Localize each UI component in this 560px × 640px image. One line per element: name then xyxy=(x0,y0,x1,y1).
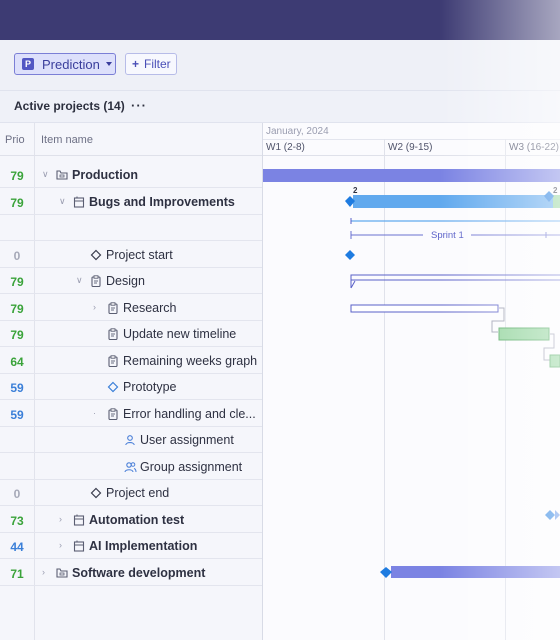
item-name: AI Implementation xyxy=(89,539,198,553)
tree-row[interactable]: Group assignment xyxy=(0,454,262,480)
header-divider xyxy=(0,155,262,156)
gantt-bar-remaining-weeks[interactable] xyxy=(549,354,560,368)
gantt-timeline: January, 2024 W1 (2-8) W2 (9-15) W3 (16-… xyxy=(263,123,560,640)
item-name: Remaining weeks graph xyxy=(123,353,258,368)
tree-row[interactable]: User assignment xyxy=(0,427,262,453)
tree-row[interactable]: 79 ∨ Design xyxy=(0,268,262,294)
gantt-bar-production[interactable] xyxy=(263,169,560,182)
board-icon xyxy=(73,195,85,213)
priority-value: 0 xyxy=(13,248,21,263)
top-header-bar xyxy=(0,0,560,40)
projects-bar: Active projects (14) ··· xyxy=(0,91,560,123)
item-name: Research xyxy=(123,300,177,315)
priority-value: 79 xyxy=(10,301,24,316)
gantt-bar-update-timeline[interactable] xyxy=(498,327,550,341)
gantt-bar-bugs-next[interactable] xyxy=(553,195,560,208)
gantt-bar-bugs[interactable] xyxy=(353,195,553,208)
board-icon xyxy=(73,513,85,531)
tree-row[interactable] xyxy=(0,215,262,241)
gantt-bar-research[interactable] xyxy=(350,304,499,313)
more-options-icon[interactable]: ··· xyxy=(131,98,147,113)
task-icon xyxy=(107,407,119,425)
milestone-project-start[interactable] xyxy=(345,250,355,260)
priority-value: 59 xyxy=(10,407,24,422)
tree-row[interactable]: 44 › AI Implementation xyxy=(0,533,262,559)
dependency-badge: 2 xyxy=(353,186,358,195)
milestone-project-end[interactable] xyxy=(555,510,560,520)
priority-value: 79 xyxy=(10,169,24,183)
chevron-down-icon[interactable]: ∨ xyxy=(59,196,66,207)
tree-row[interactable]: 71 › Software development xyxy=(0,560,262,586)
chevron-right-icon[interactable]: › xyxy=(59,540,62,550)
priority-value: 73 xyxy=(10,513,24,528)
tree-row[interactable]: 64 Remaining weeks graph xyxy=(0,348,262,374)
bullet-icon[interactable]: · xyxy=(93,408,96,418)
filter-label: Filter xyxy=(144,57,171,71)
folder-icon xyxy=(56,168,68,186)
item-name: User assignment xyxy=(140,433,234,447)
prediction-button[interactable]: P Prediction xyxy=(14,53,116,75)
milestone-diamond[interactable] xyxy=(380,567,392,578)
chevron-right-icon[interactable]: › xyxy=(93,302,96,312)
milestone-icon xyxy=(107,380,119,398)
gantt-bar-software-development[interactable] xyxy=(391,566,560,578)
sprint-label: Sprint 1 xyxy=(431,230,464,241)
chevron-right-icon[interactable]: › xyxy=(59,514,62,524)
task-icon xyxy=(107,327,119,345)
task-icon xyxy=(90,274,102,292)
task-icon xyxy=(107,301,119,319)
milestone-icon xyxy=(90,486,102,504)
tree-row[interactable]: 79 ∨ Bugs and Improvements xyxy=(0,189,262,215)
item-name: Automation test xyxy=(89,512,185,527)
user-icon xyxy=(124,433,136,451)
prediction-icon: P xyxy=(22,58,34,70)
tree-row[interactable]: 0 Project start xyxy=(0,242,262,268)
group-icon xyxy=(124,460,137,478)
priority-value: 64 xyxy=(10,354,24,369)
item-name: Production xyxy=(72,168,138,182)
tree-row[interactable]: 59 Prototype xyxy=(0,374,262,400)
gantt-chart: 2 2 Sprint 1 xyxy=(263,169,560,578)
item-name: Project end xyxy=(106,486,170,500)
milestone-icon xyxy=(90,248,102,266)
item-name: Software development xyxy=(72,565,206,580)
chevron-down-icon[interactable]: ∨ xyxy=(42,169,49,180)
item-name: Project start xyxy=(106,247,173,262)
priority-value: 79 xyxy=(10,328,24,342)
tree-row[interactable]: 79 ∨ Production xyxy=(0,162,262,188)
item-name: Bugs and Improvements xyxy=(89,194,235,209)
plus-icon: + xyxy=(132,57,140,71)
tree-row[interactable]: 0 Project end xyxy=(0,480,262,506)
tree-row[interactable]: 59 · Error handling and cle... xyxy=(0,401,262,427)
tree-row[interactable]: 79 Update new timeline xyxy=(0,321,262,347)
item-name: Prototype xyxy=(123,380,177,394)
item-name: Design xyxy=(106,274,145,288)
projects-title: Active projects (14) xyxy=(14,99,125,113)
dependency-badge: 2 xyxy=(553,186,558,195)
gantt-bar-design[interactable] xyxy=(350,274,560,289)
prediction-label: Prediction xyxy=(42,56,100,72)
tree-row[interactable]: 73 › Automation test xyxy=(0,507,262,533)
item-name: Update new timeline xyxy=(123,327,237,341)
priority-value: 79 xyxy=(10,275,24,289)
priority-value: 71 xyxy=(10,566,24,581)
task-icon xyxy=(107,354,119,372)
toolbar: P Prediction + Filter xyxy=(0,40,560,91)
folder-icon xyxy=(56,566,68,584)
filter-button[interactable]: + Filter xyxy=(125,53,177,75)
item-name: Error handling and cle... xyxy=(123,406,256,421)
chevron-right-icon[interactable]: › xyxy=(42,567,45,577)
chevron-down-icon xyxy=(105,62,112,66)
item-name: Group assignment xyxy=(140,459,243,474)
priority-value: 0 xyxy=(13,487,21,501)
board-icon xyxy=(73,539,85,557)
chevron-down-icon[interactable]: ∨ xyxy=(76,275,83,286)
priority-value: 44 xyxy=(10,540,24,554)
priority-value: 59 xyxy=(10,381,24,395)
milestone-project-end[interactable] xyxy=(545,510,555,520)
tree-row[interactable]: 79 › Research xyxy=(0,295,262,321)
priority-value: 79 xyxy=(10,195,24,210)
